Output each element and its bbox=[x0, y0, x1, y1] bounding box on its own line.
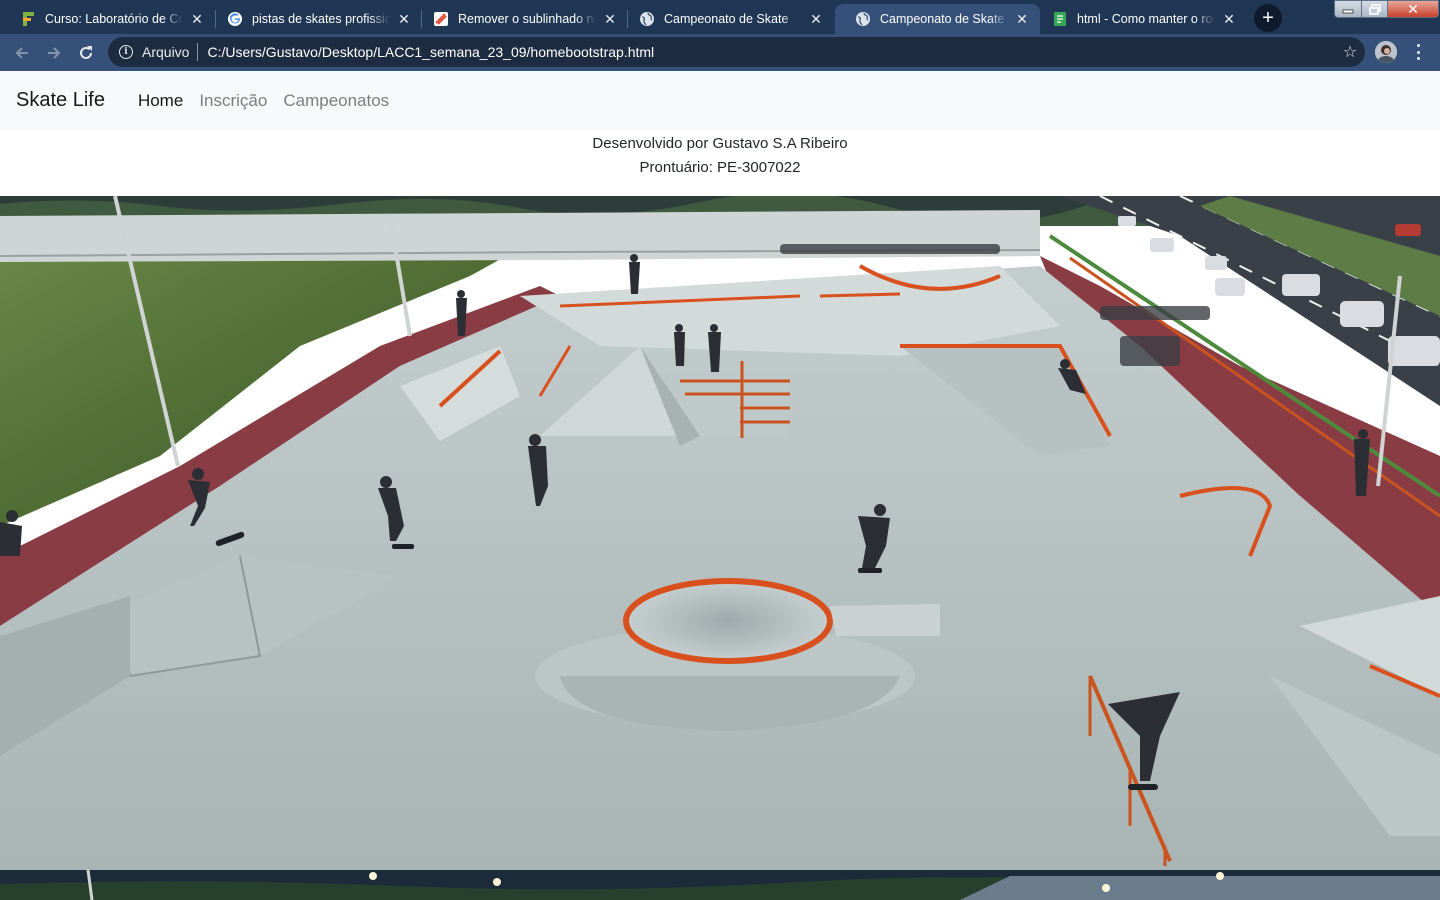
minimize-button[interactable] bbox=[1334, 0, 1362, 18]
profile-avatar[interactable] bbox=[1375, 41, 1397, 63]
site-navbar: Skate Life Home Inscrição Campeonatos bbox=[0, 71, 1440, 130]
tab-title: Campeonato de Skate bbox=[880, 12, 1005, 26]
reload-icon bbox=[80, 46, 92, 59]
restore-button[interactable] bbox=[1361, 0, 1388, 18]
tab-stack-footer[interactable]: html - Como manter o rodapé ✕ bbox=[1032, 4, 1247, 34]
address-bar[interactable]: i Arquivo C:/Users/Gustavo/Desktop/LACC1… bbox=[108, 37, 1365, 67]
navbar-brand[interactable]: Skate Life bbox=[16, 89, 105, 112]
browser-toolbar: i Arquivo C:/Users/Gustavo/Desktop/LACC1… bbox=[0, 34, 1440, 71]
credits-block: Desenvolvido por Gustavo S.A Ribeiro Pro… bbox=[0, 130, 1440, 196]
avatar-icon bbox=[1375, 41, 1397, 63]
menu-icon[interactable] bbox=[1410, 42, 1426, 62]
tab-title: Remover o sublinhado nos links bbox=[458, 12, 596, 26]
tab-stack-answer[interactable]: Remover o sublinhado nos links ✕ bbox=[413, 4, 628, 34]
tab-strip: Curso: Laboratório de Computação ✕ pista… bbox=[0, 0, 1440, 34]
forward-button[interactable] bbox=[41, 40, 67, 66]
close-window-button[interactable]: ✕ bbox=[1387, 0, 1439, 18]
reload-button[interactable] bbox=[73, 40, 99, 66]
new-tab-button[interactable]: + bbox=[1254, 4, 1282, 32]
minimize-icon bbox=[1342, 9, 1354, 14]
green-course-icon bbox=[20, 11, 36, 27]
close-icon[interactable]: ✕ bbox=[602, 11, 618, 27]
close-icon[interactable]: ✕ bbox=[1014, 11, 1030, 27]
google-icon bbox=[227, 11, 243, 27]
tab-campeonato-1[interactable]: Campeonato de Skate ✕ bbox=[619, 4, 834, 34]
tab-title: Campeonato de Skate bbox=[664, 12, 789, 26]
nav-link-inscricao[interactable]: Inscrição bbox=[191, 91, 275, 111]
tab-title: pistas de skates profissionais bbox=[252, 12, 390, 26]
close-icon[interactable]: ✕ bbox=[808, 11, 824, 27]
url-text[interactable]: C:/Users/Gustavo/Desktop/LACC1_semana_23… bbox=[207, 44, 1335, 60]
tab-title: Curso: Laboratório de Computação bbox=[45, 12, 183, 26]
close-icon[interactable]: ✕ bbox=[189, 11, 205, 27]
security-label: Arquivo bbox=[142, 44, 190, 60]
close-icon[interactable]: ✕ bbox=[1221, 11, 1237, 27]
arrow-left-icon bbox=[15, 47, 28, 59]
globe-icon bbox=[855, 11, 871, 27]
tab-course[interactable]: Curso: Laboratório de Computação ✕ bbox=[0, 4, 215, 34]
tab-title: html - Como manter o rodapé bbox=[1077, 12, 1215, 26]
stack-icon bbox=[433, 11, 449, 27]
close-icon: ✕ bbox=[1407, 0, 1419, 17]
globe-icon bbox=[639, 11, 655, 27]
nav-link-campeonatos[interactable]: Campeonatos bbox=[275, 91, 397, 111]
green-sheet-icon bbox=[1052, 11, 1068, 27]
developer-credit: Desenvolvido por Gustavo S.A Ribeiro bbox=[592, 135, 848, 152]
star-icon[interactable]: ☆ bbox=[1335, 42, 1365, 62]
info-icon[interactable]: i bbox=[119, 45, 133, 59]
arrow-right-icon bbox=[48, 47, 61, 59]
back-button[interactable] bbox=[9, 40, 35, 66]
next-carousel-image bbox=[0, 870, 1440, 900]
skatepark-hero-image bbox=[0, 196, 1440, 870]
close-icon[interactable]: ✕ bbox=[396, 11, 412, 27]
night-skatepark-photo bbox=[0, 870, 1440, 900]
skatepark-photo bbox=[0, 196, 1440, 870]
tab-google-search[interactable]: pistas de skates profissionais ✕ bbox=[207, 4, 422, 34]
restore-icon bbox=[1368, 3, 1381, 15]
nav-link-home[interactable]: Home bbox=[130, 91, 191, 111]
browser-chrome: Curso: Laboratório de Computação ✕ pista… bbox=[0, 0, 1440, 71]
tab-campeonato-active[interactable]: Campeonato de Skate ✕ bbox=[835, 4, 1040, 34]
student-id: Prontuário: PE-3007022 bbox=[639, 159, 801, 176]
address-divider bbox=[197, 43, 199, 61]
